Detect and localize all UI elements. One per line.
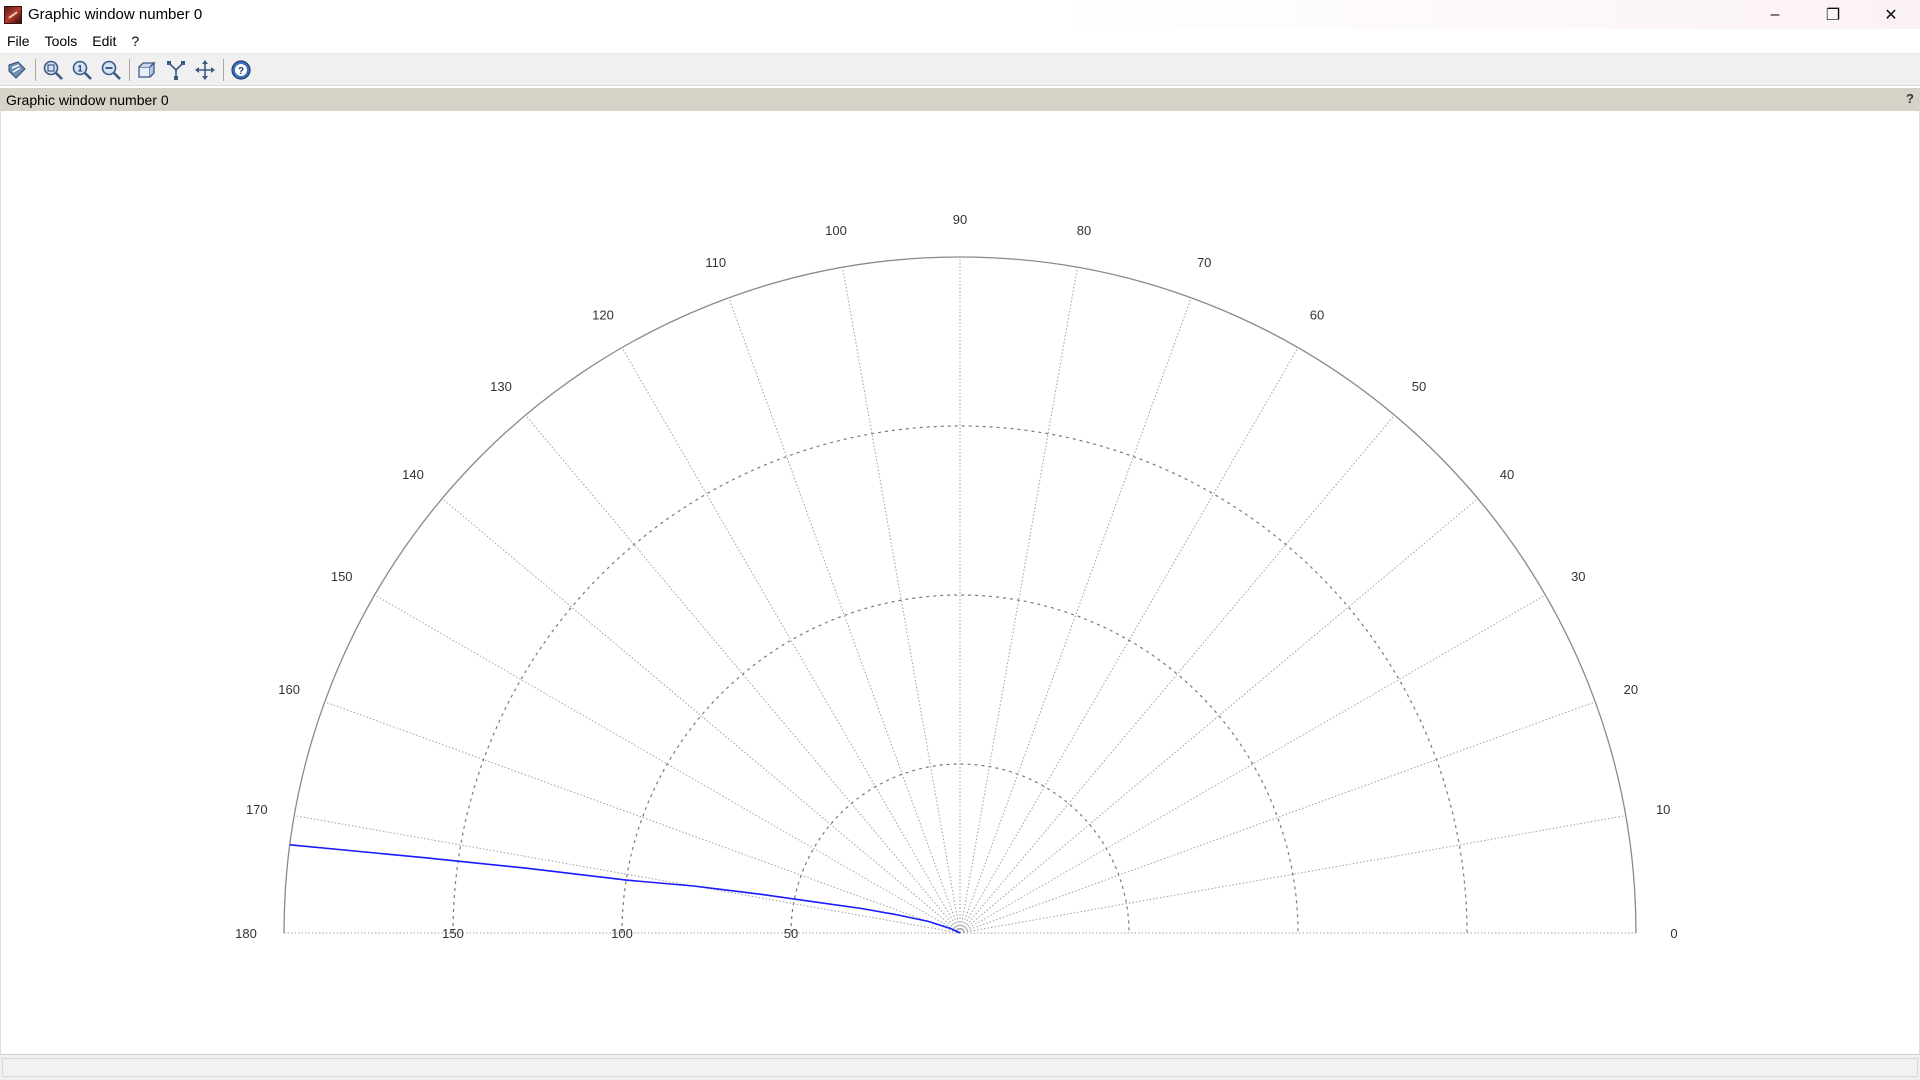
angle-tick-label: 70: [1197, 255, 1211, 270]
angle-tick-label: 90: [953, 212, 967, 227]
tick-labels: 0 10 20 30 40 50 60 70 80 90 100 110 120 130 140 150 160…: [235, 212, 1677, 941]
svg-text:?: ?: [238, 66, 244, 77]
minimize-button[interactable]: –: [1746, 0, 1804, 29]
spoke-line: [294, 815, 961, 934]
angle-tick-label: 60: [1310, 308, 1324, 323]
zoom-original-icon[interactable]: 1: [69, 57, 95, 83]
angle-tick-label: 150: [331, 569, 353, 584]
menu-file[interactable]: File: [0, 33, 38, 49]
toolbar: 1 ?: [0, 54, 1920, 86]
svg-text:1: 1: [77, 63, 82, 73]
title-bar: Graphic window number 0 – ❐ ✕: [0, 0, 1920, 29]
spoke-line: [621, 347, 961, 934]
angle-tick-label: 80: [1077, 223, 1091, 238]
status-bar: [0, 1054, 1920, 1080]
spoke-line: [728, 297, 961, 934]
angle-tick-label: 180: [235, 926, 257, 941]
angle-tick-label: 110: [705, 255, 726, 270]
angle-tick-label: 10: [1656, 802, 1670, 817]
spoke-line: [324, 701, 961, 934]
angle-tick-label: 170: [246, 802, 268, 817]
spoke-line: [959, 701, 1596, 934]
datatip-icon[interactable]: [4, 57, 30, 83]
close-button[interactable]: ✕: [1862, 0, 1920, 29]
angle-tick-label: 130: [490, 379, 512, 394]
polar-grid: [294, 257, 1626, 934]
spoke-line: [959, 414, 1395, 934]
angle-tick-label: 0: [1670, 926, 1677, 941]
angle-tick-label: 40: [1500, 467, 1514, 482]
menu-bar: File Tools Edit ?: [0, 29, 1920, 54]
toolbar-separator: [223, 58, 224, 81]
spoke-line: [959, 498, 1479, 934]
window-controls: – ❐ ✕: [1746, 0, 1920, 29]
figure-header: Graphic window number 0 ?: [0, 88, 1920, 111]
app-icon: [4, 5, 22, 24]
status-field: [2, 1058, 1918, 1077]
radial-tick-label: 150: [442, 926, 464, 941]
menu-tools[interactable]: Tools: [38, 33, 86, 49]
curve-icon[interactable]: [163, 57, 189, 83]
rotate-3d-icon[interactable]: [134, 57, 160, 83]
zoom-out-icon[interactable]: [98, 57, 124, 83]
angle-tick-label: 20: [1624, 682, 1638, 697]
zoom-icon[interactable]: [40, 57, 66, 83]
toolbar-separator: [35, 58, 36, 81]
figure-label: Graphic window number 0: [6, 91, 169, 108]
menu-edit[interactable]: Edit: [85, 33, 124, 49]
angle-tick-label: 30: [1571, 569, 1585, 584]
angle-tick-label: 140: [402, 467, 424, 482]
spoke-line: [959, 297, 1192, 934]
angle-tick-label: 120: [592, 308, 614, 323]
help-icon[interactable]: ?: [228, 57, 254, 83]
plot-area[interactable]: 0 10 20 30 40 50 60 70 80 90 100 110 120 130 140 150 160…: [0, 111, 1920, 1054]
toolbar-separator: [129, 58, 130, 81]
radial-tick-label: 100: [611, 926, 633, 941]
pan-icon[interactable]: [192, 57, 218, 83]
restore-button[interactable]: ❐: [1804, 0, 1862, 29]
polar-chart[interactable]: 0 10 20 30 40 50 60 70 80 90 100 110 120 130 140 150 160…: [1, 111, 1919, 1054]
angle-tick-label: 100: [825, 223, 847, 238]
window-title: Graphic window number 0: [28, 6, 203, 23]
panel-help-button[interactable]: ?: [1906, 91, 1914, 106]
angle-tick-label: 50: [1412, 379, 1426, 394]
radial-tick-label: 50: [784, 926, 798, 941]
menu-help[interactable]: ?: [124, 33, 147, 49]
angle-tick-label: 160: [278, 682, 300, 697]
